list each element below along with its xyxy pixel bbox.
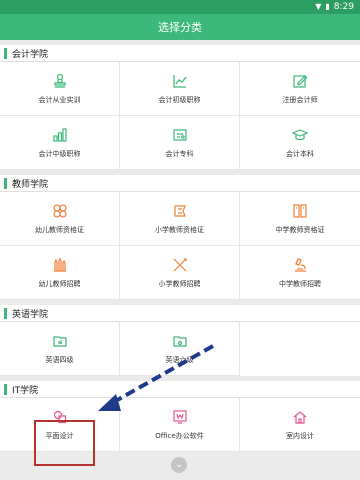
category-item[interactable]: 中学教师资格证 (240, 192, 360, 246)
category-label: 室内设计 (286, 431, 314, 440)
graduation-cap-icon (291, 127, 309, 143)
section-it: IT学院 平面设计 Office办公软件 室内设计 (0, 381, 360, 452)
section-header: IT学院 (0, 381, 360, 398)
section-teacher: 教师学院 幼儿教师资格证 小学教师资格证 中学教师资格证 幼儿教师招聘 小学教师… (0, 175, 360, 300)
bar-chart-icon (51, 127, 69, 143)
category-item-graphic-design[interactable]: 平面设计 (0, 398, 120, 452)
section-accent-bar (4, 177, 7, 189)
page-title: 选择分类 (158, 21, 202, 34)
category-label: 平面设计 (45, 431, 74, 440)
blocks-icon (51, 203, 69, 219)
category-label: 注册会计师 (282, 95, 318, 104)
category-label: 会计中级职称 (38, 149, 81, 158)
category-label: 中学教师招聘 (279, 279, 321, 288)
category-label: 幼儿教师资格证 (35, 225, 84, 234)
category-item[interactable]: 幼儿教师招聘 (0, 246, 120, 300)
crayons-icon (51, 257, 69, 273)
category-label: 英语四级 (45, 355, 74, 364)
section-header: 教师学院 (0, 175, 360, 192)
microscope-icon (291, 257, 309, 273)
category-item[interactable]: 会计专科 (120, 116, 240, 170)
certificate-icon (171, 127, 189, 143)
badge-icon (171, 203, 189, 219)
section-accounting: 会计学院 会计从业实训 会计初级职称 注册会计师 会计中级职称 会计专科 会计本… (0, 45, 360, 170)
category-item[interactable]: Office办公软件 (120, 398, 240, 452)
category-item[interactable]: 英语四级 (0, 322, 120, 376)
category-label: 会计初级职称 (158, 95, 201, 104)
category-label: Office办公软件 (155, 431, 204, 440)
section-accent-bar (4, 383, 7, 395)
category-item[interactable]: 中学教师招聘 (240, 246, 360, 300)
category-item[interactable]: 室内设计 (240, 398, 360, 452)
status-bar: ▼ ▮ 8:29 (0, 0, 360, 14)
folder-6-icon (171, 333, 189, 349)
category-label: 小学教师招聘 (158, 279, 201, 288)
category-label: 会计专科 (165, 149, 194, 158)
wifi-icon: ▼ (315, 2, 322, 11)
category-label: 幼儿教师招聘 (38, 279, 81, 288)
battery-icon: ▮ (325, 2, 330, 11)
pencil-ruler-icon (171, 257, 189, 273)
section-title: 教师学院 (12, 179, 49, 190)
folder-4-icon (51, 333, 69, 349)
category-item[interactable]: 英语六级 (120, 322, 240, 376)
category-label: 英语六级 (165, 355, 194, 364)
section-header: 会计学院 (0, 45, 360, 62)
category-item[interactable]: 会计本科 (240, 116, 360, 170)
category-label: 会计本科 (286, 149, 314, 158)
category-item[interactable]: 小学教师招聘 (120, 246, 240, 300)
category-item[interactable]: 小学教师资格证 (120, 192, 240, 246)
word-doc-icon (171, 409, 189, 425)
section-title: 英语学院 (12, 309, 49, 320)
category-label: 小学教师资格证 (155, 225, 204, 234)
trend-chart-icon (171, 73, 189, 89)
house-icon (291, 409, 309, 425)
category-label: 会计从业实训 (38, 95, 81, 104)
category-item[interactable]: 会计从业实训 (0, 62, 120, 116)
section-title: 会计学院 (12, 49, 49, 60)
status-time: 8:29 (333, 2, 354, 12)
app-bar: 选择分类 (0, 14, 360, 40)
category-item[interactable]: 注册会计师 (240, 62, 360, 116)
category-item[interactable]: 幼儿教师资格证 (0, 192, 120, 246)
edit-doc-icon (291, 73, 309, 89)
chevron-down-icon[interactable]: ⌄ (171, 457, 187, 473)
category-label: 中学教师资格证 (275, 225, 325, 234)
section-english: 英语学院 英语四级 英语六级 (0, 305, 360, 376)
category-item[interactable]: 会计中级职称 (0, 116, 120, 170)
section-title: IT学院 (12, 385, 39, 396)
open-book-icon (291, 203, 309, 219)
section-header: 英语学院 (0, 305, 360, 322)
stamp-icon (51, 73, 69, 89)
section-accent-bar (4, 307, 7, 319)
design-shapes-icon (51, 409, 69, 425)
section-accent-bar (4, 47, 7, 59)
category-item[interactable]: 会计初级职称 (120, 62, 240, 116)
